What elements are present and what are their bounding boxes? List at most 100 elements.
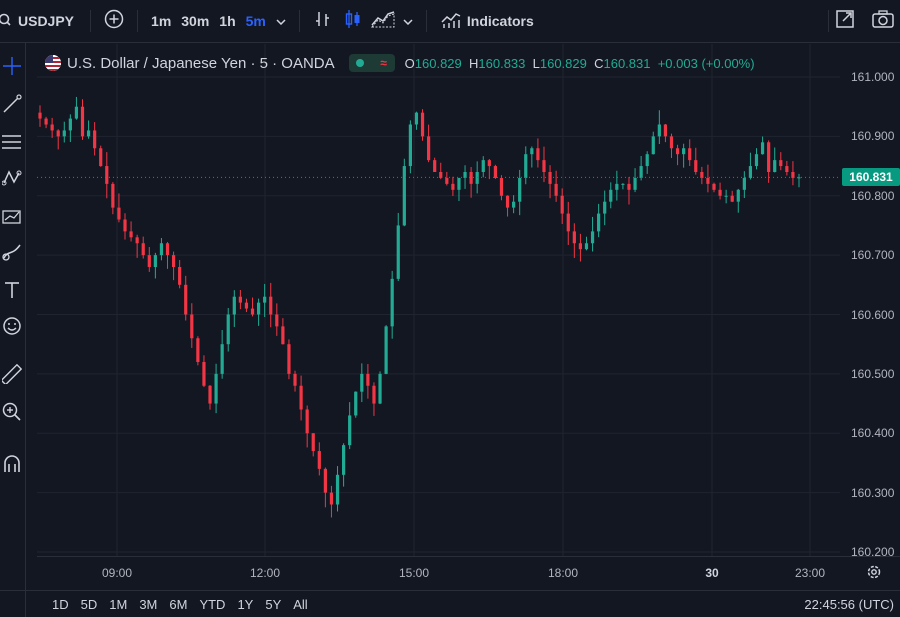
range-1d[interactable]: 1D xyxy=(46,597,75,612)
compare-symbol-button[interactable] xyxy=(99,6,129,36)
interval-5m[interactable]: 5m xyxy=(241,13,271,29)
candle-body xyxy=(390,278,394,327)
trend-line-icon xyxy=(2,93,22,119)
time-tick: 12:00 xyxy=(249,566,281,580)
snapshot-button[interactable] xyxy=(868,6,898,36)
area-style-button[interactable] xyxy=(368,6,398,36)
candle-body xyxy=(481,160,485,172)
candle-body xyxy=(493,166,497,178)
candle-body xyxy=(56,130,60,137)
top-toolbar: USDJPY 1m 30m 1h 5m Indicators xyxy=(0,0,900,43)
candle-body xyxy=(99,148,103,167)
candle-body xyxy=(360,373,364,392)
text-tool[interactable] xyxy=(0,277,24,307)
candle-body xyxy=(74,106,79,119)
range-6m[interactable]: 6M xyxy=(163,597,193,612)
candle-body xyxy=(542,160,546,172)
candle-body xyxy=(536,148,540,161)
time-tick: 23:00 xyxy=(794,566,826,580)
chart-type-dropdown[interactable] xyxy=(398,6,418,36)
fib-tool[interactable] xyxy=(0,129,24,159)
forecast-tool[interactable] xyxy=(0,203,24,233)
candle-body xyxy=(639,166,643,178)
interval-1h[interactable]: 1h xyxy=(214,13,240,29)
indicators-button[interactable]: Indicators xyxy=(435,0,540,43)
candle-body xyxy=(445,177,449,184)
candle-body xyxy=(748,166,753,178)
candle-series xyxy=(38,96,801,518)
brush-tool[interactable] xyxy=(0,239,24,269)
price-axis[interactable]: 161.000 160.900 160.800 160.700 160.600 160.5… xyxy=(840,44,900,559)
price-tick: 160.600 xyxy=(851,307,895,322)
icon-tool[interactable] xyxy=(0,313,24,343)
divider xyxy=(425,10,427,32)
us-flag-icon xyxy=(45,55,61,71)
candle-body xyxy=(457,177,461,190)
smiley-icon xyxy=(2,316,22,341)
measure-tool[interactable] xyxy=(0,361,24,391)
candle-body xyxy=(62,130,66,137)
candle-body xyxy=(80,106,85,137)
candle-body xyxy=(682,148,686,155)
interval-dropdown[interactable] xyxy=(271,6,291,36)
range-1y[interactable]: 1Y xyxy=(231,597,259,612)
trend-line-tool[interactable] xyxy=(0,91,24,121)
market-status-pill[interactable]: ≈ xyxy=(348,54,395,72)
candle-body xyxy=(165,243,170,256)
divider xyxy=(137,10,139,32)
candle-body xyxy=(791,172,795,178)
range-1m[interactable]: 1M xyxy=(103,597,133,612)
candle-body xyxy=(499,177,504,196)
candle-body xyxy=(129,231,133,238)
time-tick: 18:00 xyxy=(547,566,579,580)
candle-body xyxy=(609,189,613,202)
area-chart-icon xyxy=(370,10,395,33)
zoom-tool[interactable] xyxy=(0,399,24,429)
bar-style-button[interactable] xyxy=(308,6,338,36)
bars-icon xyxy=(314,10,332,33)
candle-body xyxy=(730,195,734,202)
interval-1m[interactable]: 1m xyxy=(146,13,176,29)
range-5y[interactable]: 5Y xyxy=(259,597,287,612)
utc-clock[interactable]: 22:45:56 (UTC) xyxy=(804,597,894,612)
candle-body xyxy=(105,166,109,184)
price-tick: 161.000 xyxy=(851,70,895,84)
market-open-dot-icon xyxy=(356,59,365,67)
candle-body xyxy=(317,451,321,469)
candle-body xyxy=(736,189,740,202)
candles-icon xyxy=(344,9,362,34)
crosshair-tool[interactable] xyxy=(0,53,24,83)
pattern-icon xyxy=(1,168,22,193)
candle-body xyxy=(354,391,358,416)
divider xyxy=(298,10,300,32)
time-axis[interactable]: 09:00 12:00 15:00 18:00 30 23:00 xyxy=(37,556,900,588)
range-5d[interactable]: 5D xyxy=(75,597,104,612)
chart-pane[interactable] xyxy=(37,44,840,556)
fullscreen-button[interactable] xyxy=(830,6,860,36)
range-ytd[interactable]: YTD xyxy=(193,597,231,612)
price-chart[interactable] xyxy=(37,44,840,556)
magnet-icon xyxy=(2,454,22,479)
candle-body xyxy=(50,124,54,131)
divider xyxy=(828,10,829,32)
candle-body xyxy=(238,296,242,303)
range-all[interactable]: All xyxy=(287,597,313,612)
magnet-tool[interactable] xyxy=(0,451,24,481)
candle-body xyxy=(202,362,206,386)
candle-body xyxy=(335,474,340,505)
candles-style-button[interactable] xyxy=(338,6,368,36)
legend-symbol-title[interactable]: U.S. Dollar / Japanese Yen · 5 · OANDA xyxy=(67,55,335,72)
range-3m[interactable]: 3M xyxy=(133,597,163,612)
time-tick: 09:00 xyxy=(101,566,133,580)
pattern-tool[interactable] xyxy=(0,165,24,195)
candle-body xyxy=(760,142,765,155)
candle-body xyxy=(214,373,218,404)
candle-body xyxy=(487,160,491,167)
chart-settings-button[interactable] xyxy=(859,559,889,589)
interval-30m[interactable]: 30m xyxy=(176,13,214,29)
divider xyxy=(90,10,92,32)
candle-body xyxy=(135,237,139,244)
symbol-search[interactable]: USDJPY xyxy=(0,0,74,43)
expand-icon xyxy=(835,9,855,34)
candle-body xyxy=(269,296,273,315)
